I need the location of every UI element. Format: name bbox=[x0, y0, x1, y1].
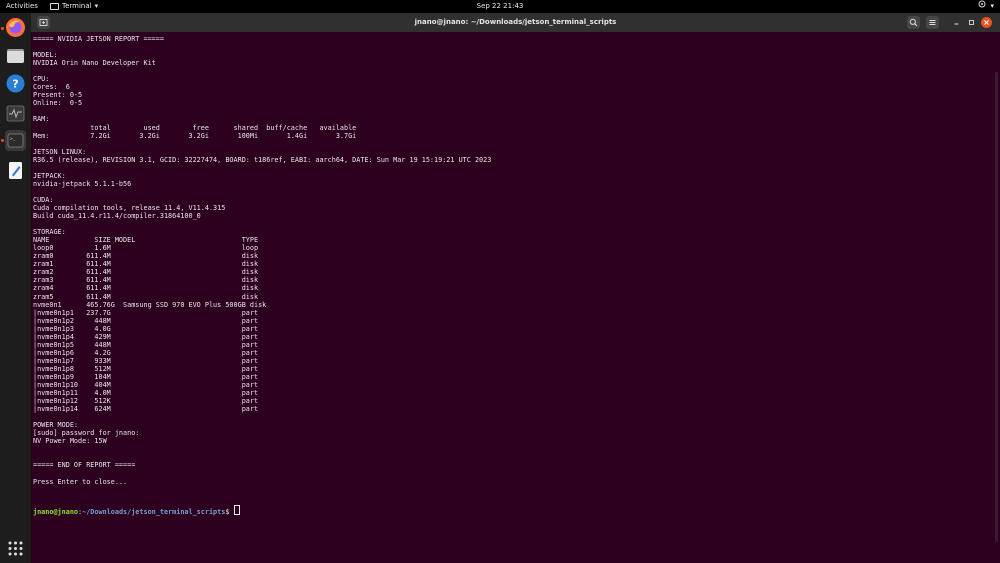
terminal-view[interactable]: ===== NVIDIA JETSON REPORT ===== MODEL: … bbox=[31, 32, 1000, 563]
files-icon[interactable] bbox=[5, 45, 26, 66]
terminal-icon[interactable]: >_ bbox=[5, 130, 26, 151]
caret-down-icon: ▾ bbox=[990, 2, 994, 10]
running-indicator bbox=[1, 139, 4, 142]
text-cursor bbox=[233, 505, 240, 515]
shell-prompt[interactable]: jnano@jnano:~/Downloads/jetson_terminal_… bbox=[33, 505, 240, 516]
svg-text:?: ? bbox=[12, 78, 18, 91]
window-title: jnano@jnano: ~/Downloads/jetson_terminal… bbox=[414, 18, 617, 26]
menu-icon[interactable] bbox=[926, 16, 939, 29]
prompt-symbol: $ bbox=[225, 508, 234, 516]
system-monitor-icon[interactable] bbox=[5, 103, 26, 124]
system-menu[interactable]: ▾ bbox=[978, 0, 994, 13]
clock[interactable]: Sep 22 21:43 bbox=[0, 0, 1000, 13]
close-icon[interactable] bbox=[981, 17, 992, 28]
scrollbar[interactable] bbox=[995, 72, 998, 542]
text-editor-icon[interactable] bbox=[5, 160, 26, 181]
prompt-user: jnano@jnano bbox=[33, 508, 79, 516]
dock: ? >_ bbox=[0, 13, 31, 563]
terminal-headerbar[interactable]: jnano@jnano: ~/Downloads/jetson_terminal… bbox=[31, 13, 1000, 32]
help-icon[interactable]: ? bbox=[5, 73, 26, 94]
minimize-icon[interactable] bbox=[951, 17, 962, 28]
prompt-path: ~/Downloads/jetson_terminal_scripts bbox=[82, 508, 226, 516]
running-indicator bbox=[1, 27, 4, 30]
search-icon[interactable] bbox=[907, 16, 920, 29]
svg-text:>_: >_ bbox=[10, 137, 16, 142]
maximize-icon[interactable] bbox=[966, 17, 977, 28]
network-icon bbox=[978, 0, 986, 13]
top-panel: Activities Terminal ▾ Sep 22 21:43 ▾ bbox=[0, 0, 1000, 13]
app-grid-icon[interactable] bbox=[5, 538, 26, 559]
terminal-output: ===== NVIDIA JETSON REPORT ===== MODEL: … bbox=[33, 35, 492, 486]
firefox-icon[interactable] bbox=[5, 17, 26, 38]
